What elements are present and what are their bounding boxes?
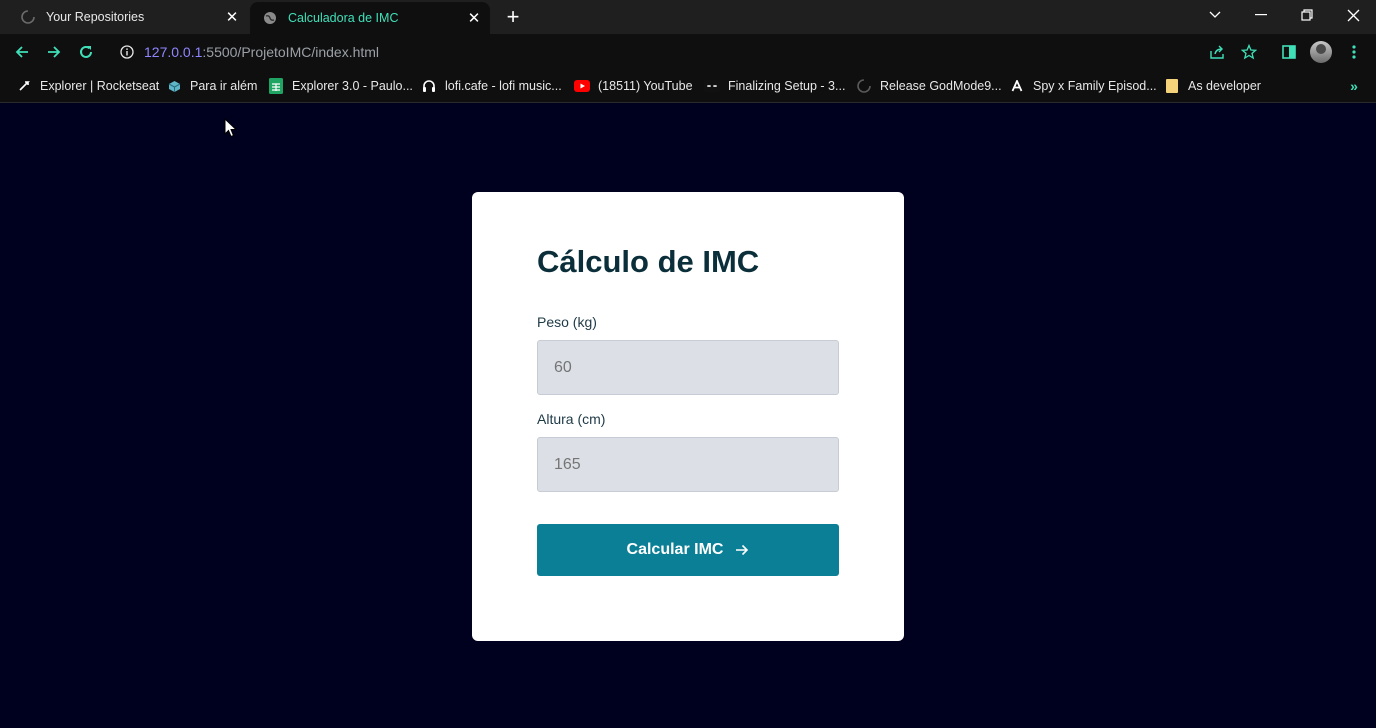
bookmark-folder-as-developer[interactable]: As developer xyxy=(1164,70,1261,102)
weight-input[interactable] xyxy=(537,340,839,395)
page-viewport: Cálculo de IMC Peso (kg) Altura (cm) Cal… xyxy=(0,104,1376,728)
cube-icon xyxy=(166,78,182,94)
address-bar[interactable]: 127.0.0.1:5500/ProjetoIMC/index.html xyxy=(108,37,1268,67)
close-tab-icon[interactable]: ✕ xyxy=(464,8,484,28)
browser-toolbar: 127.0.0.1:5500/ProjetoIMC/index.html xyxy=(0,34,1376,70)
bookmark-youtube[interactable]: (18511) YouTube xyxy=(574,70,693,102)
share-icon[interactable] xyxy=(1203,38,1231,66)
arrow-left-icon xyxy=(15,46,28,58)
rocketseat-icon xyxy=(16,78,32,94)
profile-avatar[interactable] xyxy=(1310,41,1332,63)
weight-label: Peso (kg) xyxy=(537,314,597,330)
reload-button[interactable] xyxy=(72,38,100,66)
minimize-icon[interactable] xyxy=(1238,0,1284,30)
bookmark-label: Explorer | Rocketseat xyxy=(40,79,160,93)
headphones-icon xyxy=(421,78,437,94)
calculate-bmi-label: Calcular IMC xyxy=(626,541,724,558)
height-label: Altura (cm) xyxy=(537,411,606,427)
tab-strip: Your Repositories ✕ Calculadora de IMC ✕… xyxy=(0,0,1376,34)
bmi-form-card: Cálculo de IMC Peso (kg) Altura (cm) Cal… xyxy=(472,192,904,641)
bookmark-label: Explorer 3.0 - Paulo... xyxy=(292,79,413,93)
bookmark-finalizing-setup[interactable]: Finalizing Setup - 3... xyxy=(704,70,845,102)
reload-icon xyxy=(80,45,92,58)
url-text: 127.0.0.1:5500/ProjetoIMC/index.html xyxy=(144,44,379,60)
bookmark-lofi-cafe[interactable]: lofi.cafe - lofi music... xyxy=(421,70,562,102)
bookmark-star-icon[interactable] xyxy=(1235,38,1263,66)
bookmark-label: Spy x Family Episod... xyxy=(1033,79,1157,93)
close-window-icon[interactable] xyxy=(1330,0,1376,30)
bookmark-explorer-3[interactable]: Explorer 3.0 - Paulo... xyxy=(268,70,413,102)
tab-calculadora-de-imc[interactable]: Calculadora de IMC ✕ xyxy=(250,2,490,34)
restore-icon[interactable] xyxy=(1284,0,1330,30)
bookmark-label: Finalizing Setup - 3... xyxy=(728,79,846,93)
close-tab-icon[interactable]: ✕ xyxy=(222,7,242,27)
tab-your-repositories[interactable]: Your Repositories ✕ xyxy=(8,0,248,34)
forward-button[interactable] xyxy=(40,38,68,66)
letter-a-icon xyxy=(1009,78,1025,94)
page-title: Cálculo de IMC xyxy=(537,244,760,279)
url-host: 127.0.0.1 xyxy=(144,44,203,60)
calculate-bmi-button[interactable]: Calcular IMC xyxy=(537,524,839,576)
bookmark-para-ir-alem[interactable]: Para ir além xyxy=(166,70,257,102)
tab-search-icon[interactable] xyxy=(1192,0,1238,30)
bookmark-label: lofi.cafe - lofi music... xyxy=(445,79,562,93)
bookmarks-bar: Explorer | Rocketseat Para ir além Explo… xyxy=(0,70,1376,103)
bookmark-release-godmode9[interactable]: Release GodMode9... xyxy=(856,70,1002,102)
menu-kebab-icon[interactable] xyxy=(1340,38,1368,66)
bookmark-label: (18511) YouTube xyxy=(598,79,693,93)
arrow-right-icon xyxy=(48,46,61,58)
bookmark-explorer-rocketseat[interactable]: Explorer | Rocketseat xyxy=(16,70,159,102)
folder-icon xyxy=(1164,78,1180,94)
url-path: :5500/ProjetoIMC/index.html xyxy=(202,44,380,60)
bookmark-label: As developer xyxy=(1188,79,1261,93)
tab-title: Calculadora de IMC xyxy=(288,11,399,25)
back-button[interactable] xyxy=(8,38,36,66)
new-tab-button[interactable]: + xyxy=(500,4,526,30)
youtube-icon xyxy=(574,78,590,94)
bookmark-label: Release GodMode9... xyxy=(880,79,1002,93)
github-icon xyxy=(20,9,36,25)
github-icon xyxy=(856,78,872,94)
info-icon[interactable] xyxy=(116,41,138,63)
bookmark-label: Para ir além xyxy=(190,79,258,93)
more-bookmarks-chevron-icon[interactable]: » xyxy=(1344,76,1364,96)
globe-icon xyxy=(262,10,278,26)
side-panel-icon[interactable] xyxy=(1275,38,1303,66)
eyes-icon xyxy=(704,78,720,94)
tab-title: Your Repositories xyxy=(46,10,145,24)
arrow-right-icon xyxy=(735,544,749,556)
height-input[interactable] xyxy=(537,437,839,492)
bookmark-spy-x-family[interactable]: Spy x Family Episod... xyxy=(1009,70,1157,102)
sheets-icon xyxy=(268,78,284,94)
mouse-cursor-icon xyxy=(224,118,238,138)
